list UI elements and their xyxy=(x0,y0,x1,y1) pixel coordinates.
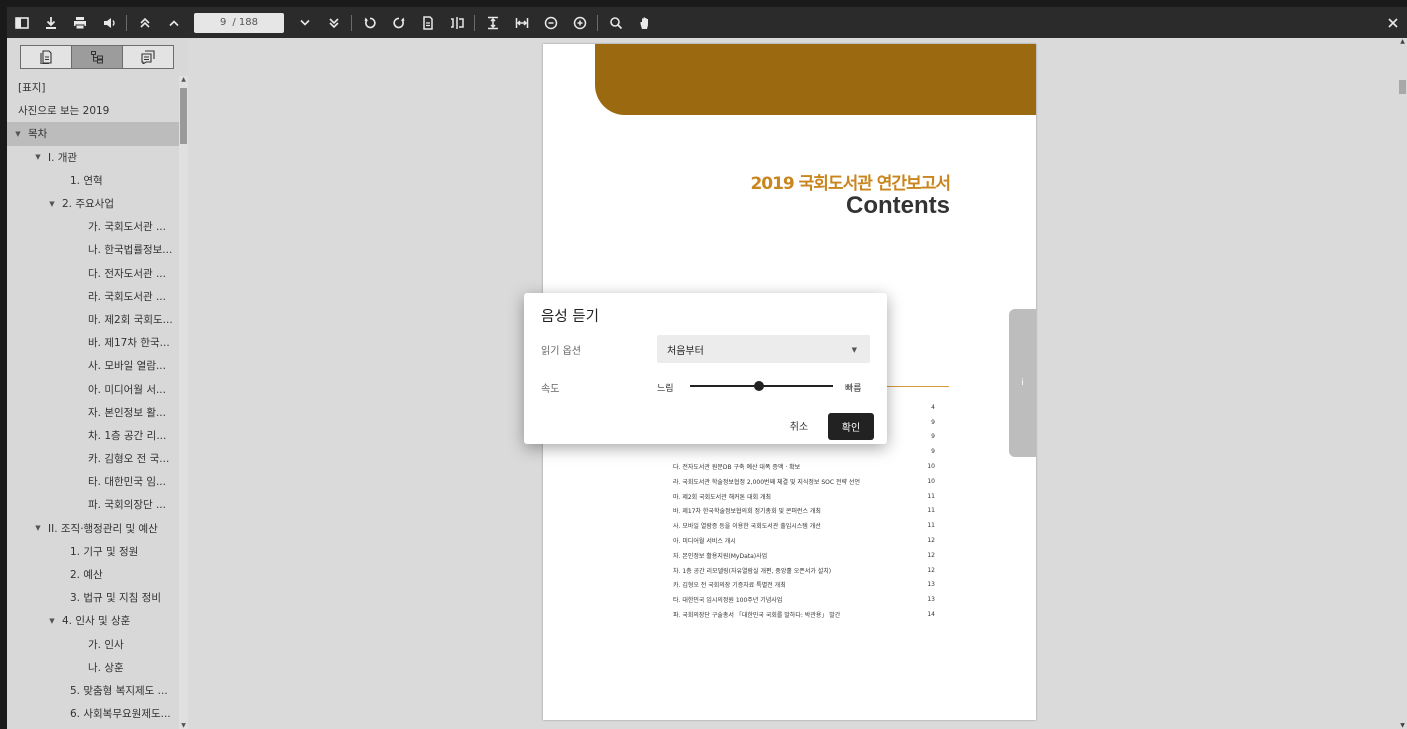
confirm-button[interactable]: 확인 xyxy=(828,413,874,440)
cancel-button[interactable]: 취소 xyxy=(784,414,814,436)
speed-label: 속도 xyxy=(541,384,560,395)
speed-slider[interactable] xyxy=(690,381,833,391)
speed-slider-thumb[interactable] xyxy=(753,381,764,391)
dialog-title: 음성 듣기 xyxy=(541,309,599,325)
pdf-viewer-app: 9 / 188 [표지] 사진으로 보는 2019 ▼ 목차 ▼ I. 개관 1… xyxy=(0,0,1407,729)
read-option-select[interactable]: 처음부터 ▼ xyxy=(657,335,870,363)
chevron-down-icon: ▼ xyxy=(851,346,857,354)
read-option-label: 읽기 옵션 xyxy=(541,346,581,357)
fast-label: 빠름 xyxy=(845,384,862,394)
slow-label: 느림 xyxy=(657,384,674,394)
read-option-value: 처음부터 xyxy=(667,345,704,357)
listen-dialog: 음성 듣기 읽기 옵션 처음부터 ▼ 속도 느림 빠름 취소 확인 xyxy=(524,293,887,444)
